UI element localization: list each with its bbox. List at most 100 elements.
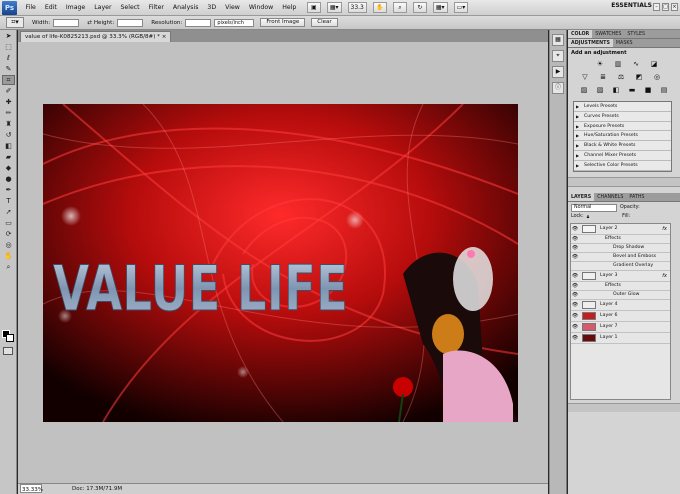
history-brush-icon[interactable]: ↺ xyxy=(2,130,15,140)
screen-mode-icon[interactable]: ▭▾ xyxy=(453,2,469,13)
preset-channel-mixer[interactable]: Channel Mixer Presets xyxy=(574,151,671,161)
info-icon[interactable]: ⓘ xyxy=(552,82,564,94)
tab-styles[interactable]: STYLES xyxy=(624,30,648,38)
clear-button[interactable]: Clear xyxy=(311,18,338,27)
close-icon[interactable]: × xyxy=(671,3,678,11)
gradient-map-icon[interactable]: ▬ xyxy=(626,86,638,95)
eyedropper-tool-icon[interactable]: ✐ xyxy=(2,86,15,96)
clone-stamp-icon[interactable]: ♜ xyxy=(2,119,15,129)
threshold-icon[interactable]: ◧ xyxy=(610,86,622,95)
brightness-contrast-icon[interactable]: ☀ xyxy=(593,60,607,69)
menu-analysis[interactable]: Analysis xyxy=(168,0,203,16)
tab-channels[interactable]: CHANNELS xyxy=(594,193,626,201)
crop-tool-preset-icon[interactable]: ⌗▾ xyxy=(6,17,24,28)
lasso-tool-icon[interactable]: ℓ xyxy=(2,53,15,63)
visibility-eye-icon[interactable]: 👁︎ xyxy=(571,245,579,251)
rotate-view-icon[interactable]: ↻ xyxy=(412,2,427,13)
zoom-tool-icon[interactable]: ⌕ xyxy=(2,262,15,272)
menu-file[interactable]: File xyxy=(21,0,40,16)
eraser-tool-icon[interactable]: ◧ xyxy=(2,141,15,151)
menu-select[interactable]: Select xyxy=(116,0,144,16)
visibility-eye-icon[interactable]: 👁︎ xyxy=(571,283,579,289)
fx-icon[interactable]: fx xyxy=(662,273,667,279)
move-tool-icon[interactable]: ➤ xyxy=(2,31,15,41)
visibility-eye-icon[interactable]: 👁︎ xyxy=(571,226,579,232)
quick-select-tool-icon[interactable]: ✎ xyxy=(2,64,15,74)
front-image-button[interactable]: Front Image xyxy=(260,18,306,27)
visibility-eye-icon[interactable]: 👁︎ xyxy=(571,335,579,341)
menu-filter[interactable]: Filter xyxy=(144,0,168,16)
minimize-icon[interactable]: – xyxy=(653,3,660,11)
menu-layer[interactable]: Layer xyxy=(90,0,116,16)
color-balance-icon[interactable]: ⚖ xyxy=(614,73,628,82)
menu-view[interactable]: View xyxy=(221,0,245,16)
preset-hue-saturation[interactable]: Hue/Saturation Presets xyxy=(574,131,671,142)
tab-masks[interactable]: MASKS xyxy=(613,39,636,47)
resolution-unit-select[interactable]: pixels/inch xyxy=(214,18,255,27)
height-input[interactable] xyxy=(117,18,144,27)
background-color-swatch[interactable] xyxy=(6,334,14,342)
hue-saturation-icon[interactable]: ≣ xyxy=(596,73,610,82)
gradient-tool-icon[interactable]: ▰ xyxy=(2,152,15,162)
preset-curves[interactable]: Curves Presets xyxy=(574,112,671,122)
layer-row[interactable]: 👁︎ Layer 2 fx xyxy=(571,224,670,235)
bridge-icon[interactable]: ▣ xyxy=(306,2,321,13)
visibility-eye-icon[interactable]: 👁︎ xyxy=(571,254,579,260)
crop-tool-icon[interactable]: ⌗ xyxy=(2,75,15,85)
preset-black-white[interactable]: Black & White Presets xyxy=(574,141,671,151)
preset-selective-color[interactable]: Selective Color Presets xyxy=(574,161,671,171)
marquee-tool-icon[interactable]: ⬚ xyxy=(2,42,15,52)
visibility-eye-icon[interactable]: 👁︎ xyxy=(571,236,579,242)
preset-exposure[interactable]: Exposure Presets xyxy=(574,122,671,132)
curves-icon[interactable]: ∿ xyxy=(629,60,643,69)
pen-tool-icon[interactable]: ✒ xyxy=(2,185,15,195)
effect-row[interactable]: 👁︎ Drop Shadow xyxy=(571,244,670,253)
tab-layers[interactable]: LAYERS xyxy=(568,192,595,201)
type-tool-icon[interactable]: T xyxy=(2,196,15,206)
maximize-icon[interactable]: □ xyxy=(662,3,669,11)
effect-row[interactable]: 👁︎ Bevel and Emboss xyxy=(571,253,670,262)
shape-tool-icon[interactable]: ▭ xyxy=(2,218,15,228)
menu-image[interactable]: Image xyxy=(61,0,89,16)
lock-icon[interactable]: 🔒︎ xyxy=(587,214,590,220)
arrange-documents-icon[interactable]: ▦▾ xyxy=(432,2,448,13)
document-tab[interactable]: value of life-K0825213.psd @ 33.3% (RGB/… xyxy=(20,31,172,42)
healing-brush-icon[interactable]: ✚ xyxy=(2,97,15,107)
tab-color[interactable]: COLOR xyxy=(568,30,593,38)
workspace-switcher[interactable]: ESSENTIALS xyxy=(611,2,652,9)
vibrance-icon[interactable]: ▽ xyxy=(578,73,592,82)
visibility-eye-icon[interactable]: 👁︎ xyxy=(571,324,579,330)
zoom-icon[interactable]: ⌕ xyxy=(392,2,407,13)
layer-row[interactable]: 👁︎ Layer 6 xyxy=(571,311,670,322)
close-icon[interactable]: × xyxy=(162,34,167,40)
effects-row[interactable]: 👁︎ Effects xyxy=(571,282,670,291)
zoom-level-select[interactable]: 33.3 xyxy=(347,2,367,13)
channel-mixer-icon[interactable]: ▤ xyxy=(658,86,670,95)
exposure-icon[interactable]: ◪ xyxy=(647,60,661,69)
visibility-eye-icon[interactable]: 👁︎ xyxy=(571,313,579,319)
resolution-input[interactable] xyxy=(185,18,212,27)
document-info[interactable]: Doc: 17.3M/71.9M xyxy=(72,484,122,494)
layer-row[interactable]: 👁︎ Layer 7 xyxy=(571,322,670,333)
effects-row[interactable]: 👁︎ Effects xyxy=(571,235,670,244)
selective-color-icon[interactable]: ■ xyxy=(642,86,654,95)
hand-icon[interactable]: ✋ xyxy=(372,2,387,13)
effect-row[interactable]: Gradient Overlay xyxy=(571,262,670,271)
path-select-icon[interactable]: ➚ xyxy=(2,207,15,217)
black-white-icon[interactable]: ◩ xyxy=(632,73,646,82)
visibility-eye-icon[interactable]: 👁︎ xyxy=(571,292,579,298)
menu-edit[interactable]: Edit xyxy=(40,0,61,16)
visibility-eye-icon[interactable]: 👁︎ xyxy=(571,302,579,308)
tab-swatches[interactable]: SWATCHES xyxy=(592,30,624,38)
levels-icon[interactable]: ▥ xyxy=(611,60,625,69)
effect-row[interactable]: 👁︎ Outer Glow xyxy=(571,291,670,300)
tab-paths[interactable]: PATHS xyxy=(626,193,647,201)
posterize-icon[interactable]: ▧ xyxy=(594,86,606,95)
blur-tool-icon[interactable]: ◆ xyxy=(2,163,15,173)
history-icon[interactable]: ⌖ xyxy=(552,50,564,62)
menu-window[interactable]: Window xyxy=(244,0,277,16)
visibility-eye-icon[interactable]: 👁︎ xyxy=(571,273,579,279)
tab-adjustments[interactable]: ADJUSTMENTS xyxy=(568,39,613,47)
blend-mode-select[interactable]: Normal xyxy=(571,203,617,212)
layer-row[interactable]: 👁︎ Layer 3 fx xyxy=(571,271,670,282)
